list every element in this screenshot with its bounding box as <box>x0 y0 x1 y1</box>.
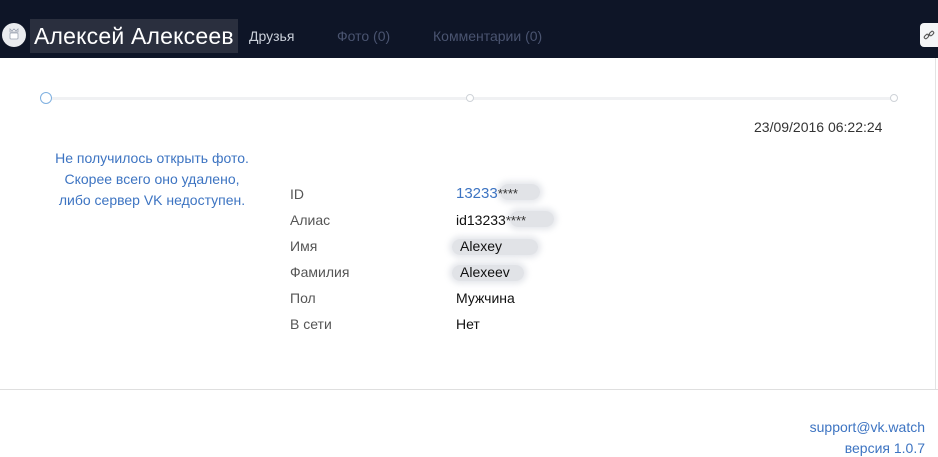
top-header: Алексей Алексеев Друзья Фото (0) Коммент… <box>0 0 938 58</box>
timeline-point[interactable] <box>466 94 474 102</box>
photo-error-message: Не получилось открыть фото. Скорее всего… <box>38 148 266 211</box>
timeline-point[interactable] <box>890 94 898 102</box>
photo-error-line: либо сервер VK недоступен. <box>58 192 246 208</box>
tab-photos[interactable]: Фото (0) <box>337 28 390 44</box>
field-value-id[interactable]: 13233**** <box>456 185 518 202</box>
field-label-first-name: Имя <box>290 238 318 254</box>
tab-friends[interactable]: Друзья <box>249 28 294 44</box>
link-button[interactable] <box>920 23 938 47</box>
id-visible-part[interactable]: 13233 <box>456 185 498 202</box>
right-border <box>935 58 936 390</box>
support-email-link[interactable]: support@vk.watch <box>810 419 925 435</box>
tab-comments[interactable]: Комментарии (0) <box>433 28 542 44</box>
footer-divider <box>0 389 938 390</box>
field-label-gender: Пол <box>290 290 316 306</box>
field-value-alias: id13233**** <box>456 212 526 228</box>
photo-error-line: Скорее всего оно удалено, <box>64 171 240 187</box>
link-icon <box>923 30 935 40</box>
alias-masked-part: **** <box>505 213 527 228</box>
photo-error-line: Не получилось открыть фото. <box>55 150 249 166</box>
user-name-box: Алексей Алексеев <box>30 19 238 53</box>
alias-visible-part: id13233 <box>456 212 506 228</box>
id-masked-part: **** <box>497 186 518 201</box>
field-value-gender: Мужчина <box>456 290 515 306</box>
field-label-id: ID <box>290 186 304 202</box>
timeline-point-current[interactable] <box>40 92 52 104</box>
user-avatar-icon[interactable] <box>2 23 26 47</box>
field-value-last-name: Alexeev <box>460 264 510 280</box>
field-label-last-name: Фамилия <box>290 264 350 280</box>
field-value-first-name: Alexey <box>460 238 503 254</box>
field-value-online: Нет <box>456 316 480 332</box>
user-name: Алексей Алексеев <box>34 22 234 49</box>
field-label-online: В сети <box>290 316 332 332</box>
snapshot-timestamp: 23/09/2016 06:22:24 <box>754 119 883 135</box>
version-label: версия 1.0.7 <box>844 440 925 456</box>
field-label-alias: Алиас <box>290 212 331 228</box>
